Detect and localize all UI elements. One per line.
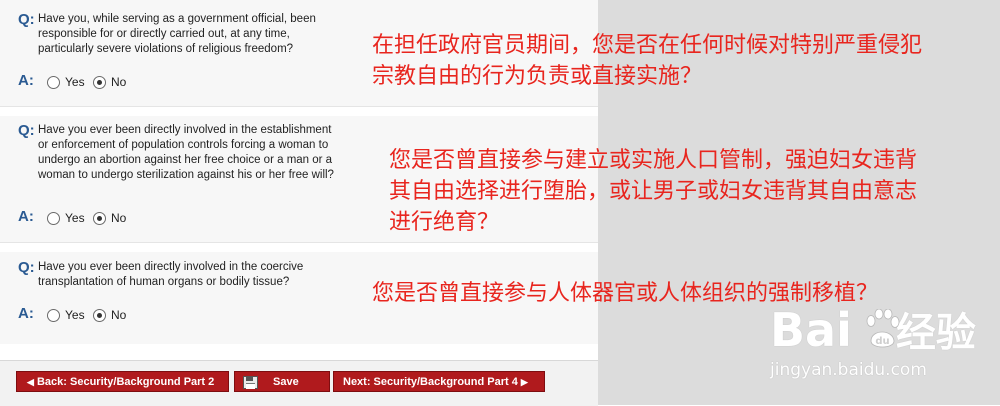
question-label: Q: — [18, 122, 35, 139]
svg-text:du: du — [875, 336, 889, 347]
question-text: Have you, while serving as a government … — [38, 12, 388, 57]
translation-line: 进行绝育？ — [389, 210, 500, 235]
question-text: Have you ever been directly involved in … — [38, 123, 388, 183]
yes-radio[interactable] — [47, 309, 60, 322]
question-line: Have you ever been directly involved in … — [38, 124, 332, 136]
divider — [0, 242, 598, 243]
no-option-label[interactable]: No — [111, 308, 126, 322]
question-line: responsible for or directly carried out,… — [38, 28, 290, 40]
translation-annotation: 在担任政府官员期间，您是否在任何时候对特别严重侵犯 宗教自由的行为负责或直接实施… — [372, 30, 922, 92]
answer-label: A: — [18, 72, 34, 89]
question-line: woman to undergo sterilization against h… — [38, 169, 334, 181]
no-radio[interactable] — [93, 309, 106, 322]
logo-text-left: Bai — [770, 303, 852, 357]
question-text: Have you ever been directly involved in … — [38, 260, 388, 290]
question-label: Q: — [18, 259, 35, 276]
save-icon — [243, 376, 258, 389]
save-button[interactable]: Save — [234, 371, 330, 392]
no-radio[interactable] — [93, 76, 106, 89]
yes-radio[interactable] — [47, 76, 60, 89]
question-label: Q: — [18, 11, 35, 28]
translation-annotation: 您是否曾直接参与建立或实施人口管制，强迫妇女违背 其自由选择进行堕胎，或让男子或… — [389, 145, 917, 238]
translation-line: 在担任政府官员期间，您是否在任何时候对特别严重侵犯 — [372, 33, 923, 58]
yes-option-label[interactable]: Yes — [65, 211, 85, 225]
answer-label: A: — [18, 208, 34, 225]
chevron-left-icon: ◀ — [27, 377, 34, 387]
translation-line: 您是否曾直接参与建立或实施人口管制，强迫妇女违背 — [389, 148, 918, 173]
question-line: Have you, while serving as a government … — [38, 13, 316, 25]
no-radio[interactable] — [93, 212, 106, 225]
form-button-bar: ◀ Back: Security/Background Part 2 Save … — [0, 360, 598, 406]
question-line: transplantation of human organs or bodil… — [38, 276, 290, 288]
watermark-url: jingyan.baidu.com — [770, 360, 927, 380]
next-button[interactable]: Next: Security/Background Part 4 ▶ — [333, 371, 545, 392]
yes-option-label[interactable]: Yes — [65, 308, 85, 322]
baidu-watermark: Bai 经验 du jingyan.baidu.com — [760, 300, 995, 395]
question-line: or enforcement of population controls fo… — [38, 139, 329, 151]
divider — [0, 106, 598, 107]
answer-label: A: — [18, 305, 34, 322]
translation-line: 其自由选择进行堕胎，或让男子或妇女违背其自由意志 — [389, 179, 918, 204]
chevron-right-icon: ▶ — [520, 377, 528, 387]
question-line: particularly severe violations of religi… — [38, 43, 294, 55]
save-button-label: Save — [273, 376, 299, 388]
no-option-label[interactable]: No — [111, 75, 126, 89]
question-line: undergo an abortion against her free cho… — [38, 154, 333, 166]
next-button-label: Next: Security/Background Part 4 — [343, 376, 518, 388]
back-button-label: Back: Security/Background Part 2 — [36, 376, 215, 388]
yes-radio[interactable] — [47, 212, 60, 225]
question-line: Have you ever been directly involved in … — [38, 261, 304, 273]
back-button[interactable]: ◀ Back: Security/Background Part 2 — [16, 371, 229, 392]
paw-icon: du — [866, 309, 900, 348]
logo-text-right: 经验 — [895, 310, 976, 356]
translation-line: 宗教自由的行为负责或直接实施？ — [372, 64, 703, 89]
no-option-label[interactable]: No — [111, 211, 126, 225]
yes-option-label[interactable]: Yes — [65, 75, 85, 89]
